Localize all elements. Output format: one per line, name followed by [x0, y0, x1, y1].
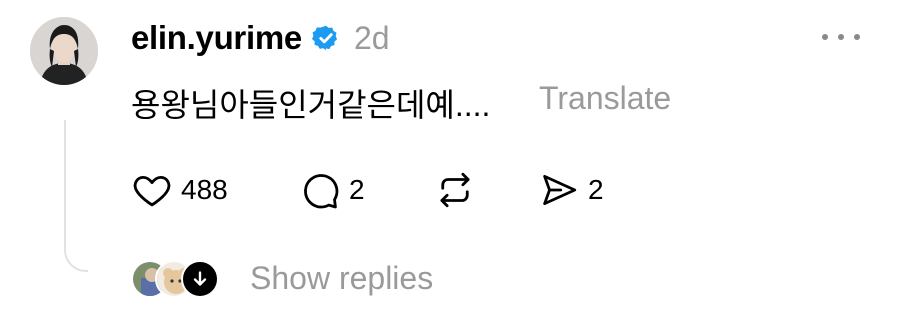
comment-text: 용왕님아들인거같은데예....	[131, 87, 491, 123]
repost-icon	[440, 172, 470, 208]
username[interactable]: elin.yurime	[131, 19, 302, 57]
verified-badge-icon	[311, 25, 338, 51]
expand-replies-icon	[181, 260, 219, 298]
like-count: 488	[181, 174, 228, 205]
profile-photo	[30, 17, 98, 85]
comment-count: 2	[349, 174, 365, 205]
share-count: 2	[588, 174, 604, 205]
share-button[interactable]: 2	[538, 168, 604, 212]
heart-icon	[133, 176, 171, 207]
more-options-icon[interactable]	[822, 28, 860, 46]
send-icon	[543, 174, 577, 206]
translate-link[interactable]: Translate	[539, 80, 671, 117]
avatar[interactable]	[30, 17, 98, 85]
comment-icon	[304, 174, 339, 209]
thread-line	[64, 120, 88, 272]
arrow-down-icon	[193, 271, 207, 286]
timestamp: 2d	[353, 19, 390, 56]
repost-button[interactable]	[434, 168, 476, 212]
like-button[interactable]: 488	[131, 168, 228, 212]
comment-button[interactable]: 2	[299, 168, 365, 212]
show-replies-link[interactable]: Show replies	[250, 260, 433, 297]
comment-header: elin.yurime 2d	[131, 18, 390, 58]
